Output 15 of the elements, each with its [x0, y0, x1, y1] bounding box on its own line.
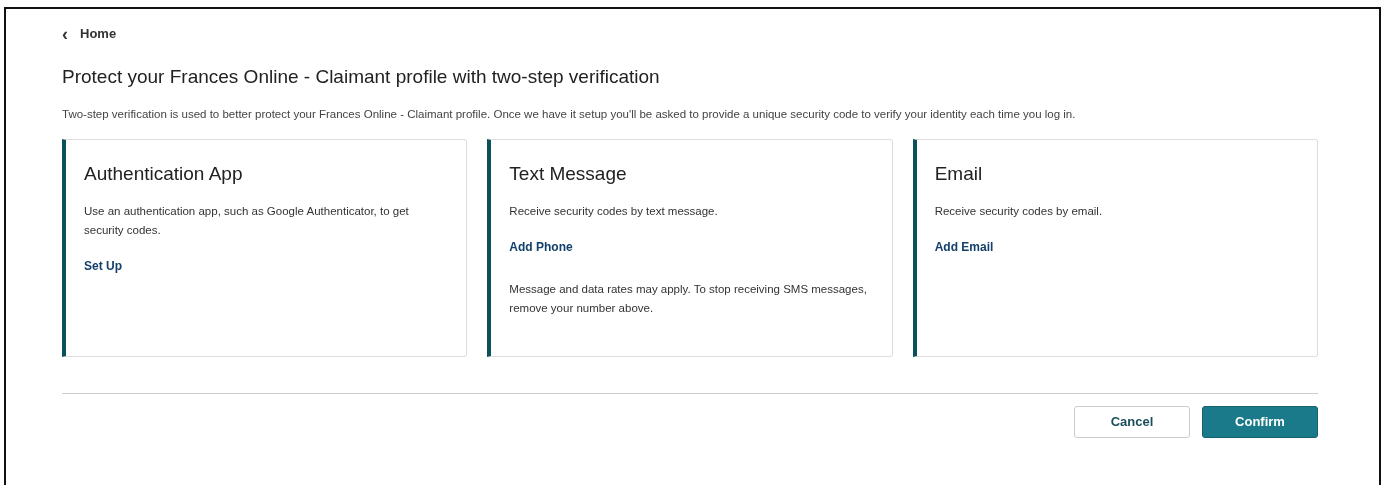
cancel-button[interactable]: Cancel [1074, 405, 1190, 438]
card-title: Text Message [509, 161, 627, 186]
card-title: Email [934, 161, 983, 186]
description-text: Two-step verification is used to better protect your Frances Online - Claimant profile. Once we have it setup you'll be asked to provide a unique security code to verify your identity each time you log in. [62, 106, 1077, 122]
confirm-button[interactable]: Confirm [1202, 405, 1318, 438]
card-description: Receive security codes by email. [934, 204, 1104, 220]
card-description: Receive security codes by text message. [509, 204, 719, 220]
card-description: Use an authentication app, such as Google Authenticator, to get security codes. [84, 204, 410, 239]
card-note: Message and data rates may apply. To stop receiving SMS messages, remove your number above. [509, 282, 868, 317]
card-link[interactable]: Set Up [84, 257, 122, 276]
card-link[interactable]: Add Phone [509, 238, 573, 257]
back-link[interactable]: ‹ Home [62, 24, 117, 44]
card-link[interactable]: Add Email [934, 238, 994, 257]
page-title: Protect your Frances Online - Claimant profile with two-step verification [62, 65, 660, 89]
card-title: Authentication App [84, 161, 243, 186]
